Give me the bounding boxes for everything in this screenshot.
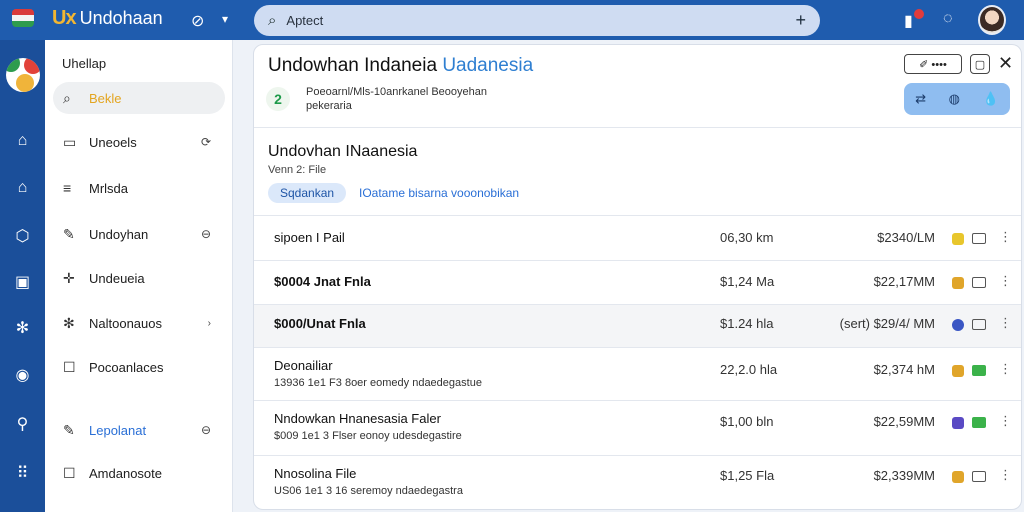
search-bar[interactable]: ⌕ + <box>254 5 820 36</box>
more-icon[interactable]: ⋮ <box>999 315 1012 331</box>
info-icon[interactable]: ⊖ <box>201 227 211 241</box>
brand-name: Undohaan <box>79 8 163 28</box>
gear-icon: ✻ <box>63 314 75 331</box>
action-group: ⇄ ◍ 💧 <box>904 83 1010 115</box>
apps-grid-icon[interactable]: ⠿ <box>0 463 45 483</box>
search-icon: ⌕ <box>268 12 277 29</box>
link-icon[interactable]: ⊘ <box>191 11 204 31</box>
more-icon[interactable]: ⋮ <box>999 273 1012 289</box>
checkbox-icon: ☐ <box>63 358 76 375</box>
sidebar-item-edit[interactable]: ✎ Lepolanat ⊖ <box>53 414 225 446</box>
sidebar-item-sparkle[interactable]: ✛ Undeueia <box>53 262 225 294</box>
window-icon[interactable] <box>972 277 986 288</box>
edit-icon: ✎ <box>63 421 75 438</box>
table-row[interactable]: Deonailiar 13936 1e1 F3 8oer eomedy ndae… <box>254 348 1021 400</box>
briefcase-icon: ▭ <box>63 133 77 150</box>
user-avatar[interactable] <box>978 5 1006 35</box>
chevron-right-icon[interactable]: › <box>208 318 211 329</box>
search-input[interactable] <box>286 13 796 28</box>
sidebar-item-briefcase[interactable]: ▭ Uneoels ⟳ <box>53 126 225 158</box>
table-row[interactable]: Nndowkan Hnanesasia Faler $009 1e1 3 Fls… <box>254 401 1021 455</box>
table-row[interactable]: Nnosolina File US06 1e1 3 16 seremoy nda… <box>254 456 1021 509</box>
app-logo-icon[interactable] <box>6 58 40 92</box>
page-subtitle: Poeoarnl/Mls-10anrkanel Beooyehan pekera… <box>306 86 488 112</box>
status-icon <box>952 319 964 331</box>
info-icon[interactable]: ⊖ <box>201 423 211 437</box>
sidebar-item-checkbox[interactable]: ☐ Pocoanlaces <box>53 351 225 383</box>
chat-icon[interactable]: ◌ <box>943 10 953 28</box>
status-icon <box>952 365 964 377</box>
section-meta: Venn 2: File <box>268 164 327 176</box>
share-icon[interactable]: ⇄ <box>915 91 926 107</box>
settings-icon[interactable]: ✻ <box>0 318 45 338</box>
status-icon <box>952 277 964 289</box>
sparkle-icon: ✛ <box>63 269 75 286</box>
drop-icon[interactable]: 💧 <box>983 91 999 107</box>
sidebar-title: Uhellap <box>62 56 107 71</box>
page-title: Undowhan Indaneia Uadanesia <box>268 55 534 76</box>
sidebar-item-calendar[interactable]: ☐ Amdanosote <box>53 457 225 489</box>
location-icon[interactable]: ⚲ <box>0 414 45 434</box>
document-icon[interactable]: ▣ <box>0 272 45 292</box>
notification-badge <box>914 9 924 19</box>
cube-icon[interactable]: ⬡ <box>0 226 45 246</box>
company-logo-icon: 2 <box>266 87 290 111</box>
home-icon[interactable]: ⌂ <box>0 132 45 150</box>
pen-icon: ✎ <box>63 225 75 242</box>
house-icon[interactable]: ⌂ <box>0 179 45 197</box>
section-link[interactable]: IOatame bisarna vooonobikan <box>359 186 519 200</box>
compass-icon[interactable]: ◉ <box>0 365 45 385</box>
list-icon: ≡ <box>63 180 72 196</box>
window-icon[interactable] <box>972 471 986 482</box>
window-icon[interactable] <box>972 233 986 244</box>
divider <box>254 127 1021 128</box>
sidebar-item-list[interactable]: ≡ Mrlsda <box>53 172 225 204</box>
search-icon: ⌕ <box>63 89 71 106</box>
sidebar-item-search[interactable]: ⌕ Bekle <box>53 82 225 114</box>
window-icon[interactable] <box>972 319 986 330</box>
window-icon[interactable] <box>972 417 986 428</box>
window-icon[interactable] <box>972 365 986 376</box>
filter-chip[interactable]: Sqdankan <box>268 183 347 203</box>
status-icon <box>952 417 964 429</box>
calendar-icon: ☐ <box>63 464 76 481</box>
edit-button[interactable]: ✐ •••• <box>904 54 962 74</box>
more-icon[interactable]: ⋮ <box>999 413 1012 429</box>
left-rail: ⌂ ⌂ ⬡ ▣ ✻ ◉ ⚲ ⠿ <box>0 40 45 512</box>
sidebar-item-gear[interactable]: ✻ Naltoonauos › <box>53 307 225 339</box>
comment-icon[interactable]: ◍ <box>949 91 960 107</box>
expand-icon[interactable]: ⟳ <box>201 135 211 149</box>
more-icon[interactable]: ⋮ <box>999 467 1012 483</box>
top-bar: Ux Undohaan ⊘ ▾ ⌕ + ▮ ◌ <box>0 0 1024 40</box>
table-row[interactable]: $000/Unat Fnla $1.24 hla (sert) $29/4/ M… <box>254 305 1021 347</box>
chevron-down-icon[interactable]: ▾ <box>222 12 228 26</box>
table-row[interactable]: sipoen I Pail 06,30 km $2340/LM ⋮ <box>254 216 1021 260</box>
more-icon[interactable]: ⋮ <box>999 361 1012 377</box>
flag-icon <box>12 9 34 27</box>
close-icon[interactable]: ✕ <box>998 53 1013 74</box>
status-icon <box>952 233 964 245</box>
table-row[interactable]: $0004 Jnat Fnla $1,24 Ma $22,17MM ⋮ <box>254 261 1021 304</box>
add-icon[interactable]: + <box>795 10 806 31</box>
section-title: Undovhan INaanesia <box>268 143 418 160</box>
status-icon <box>952 471 964 483</box>
sidebar: Uhellap ⌕ Bekle ▭ Uneoels ⟳ ≡ Mrlsda ✎ U… <box>45 40 233 512</box>
more-icon[interactable]: ⋮ <box>999 229 1012 245</box>
notifications-icon[interactable]: ▮ <box>904 11 913 31</box>
sidebar-item-pen[interactable]: ✎ Undoyhan ⊖ <box>53 218 225 250</box>
brand[interactable]: Ux Undohaan <box>52 7 163 30</box>
detail-panel: Undowhan Indaneia Uadanesia 2 Poeoarnl/M… <box>253 44 1022 510</box>
brand-logo: Ux <box>52 7 77 29</box>
window-icon[interactable]: ▢ <box>970 54 990 74</box>
